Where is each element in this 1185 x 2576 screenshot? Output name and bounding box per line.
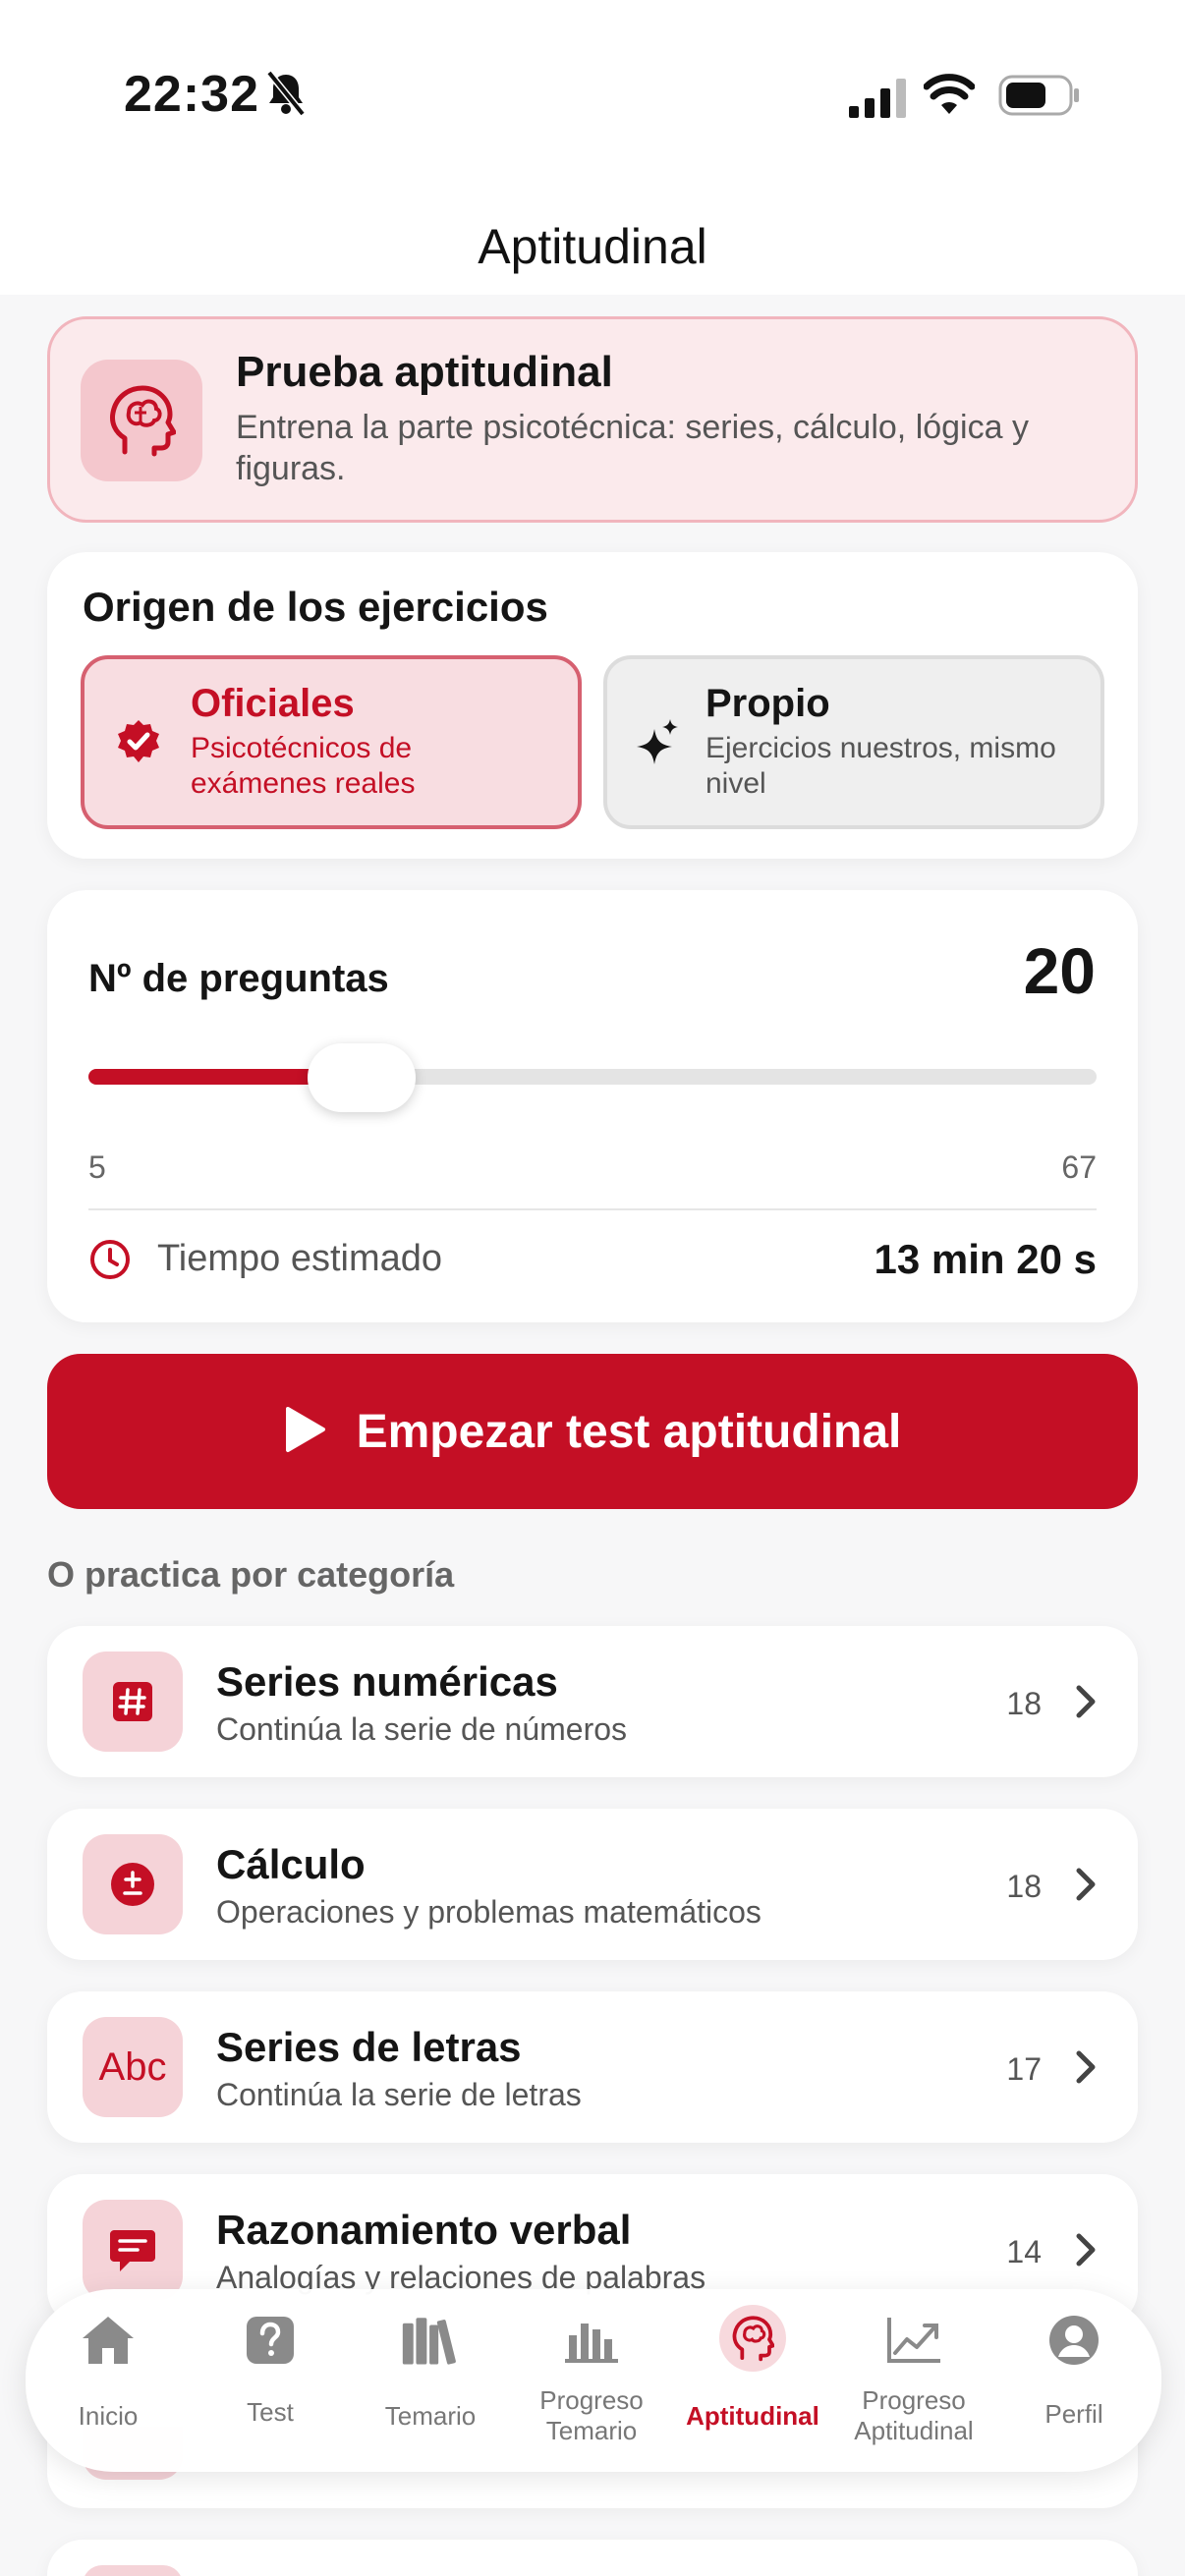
origin-option-propio-title: Propio — [705, 682, 830, 725]
category-title: Series numéricas — [216, 1658, 558, 1705]
play-icon — [284, 1405, 327, 1459]
category-count: 14 — [1006, 2234, 1042, 2269]
nav-label: Progreso Aptitudinal — [854, 2385, 974, 2445]
brain-head-icon — [81, 360, 202, 481]
nav-item-test[interactable]: Test — [192, 2311, 349, 2458]
category-icon-partial — [83, 2565, 183, 2576]
nav-item-inicio[interactable]: Inicio — [29, 2311, 187, 2458]
origin-option-oficiales-title: Oficiales — [191, 682, 355, 725]
hash-icon — [83, 1652, 183, 1752]
category-card-series-letras[interactable] — [47, 1991, 1138, 2143]
nav-label: Temario — [384, 2401, 477, 2431]
category-card-calculo[interactable] — [47, 1809, 1138, 1960]
estimated-time-value: 13 min 20 s — [874, 1236, 1097, 1282]
brain-head-icon — [719, 2305, 786, 2372]
bell-muted-icon — [265, 70, 307, 121]
questions-label: Nº de preguntas — [88, 957, 389, 1000]
nav-label: Progreso Temario — [539, 2385, 644, 2445]
trend-chart-icon — [884, 2311, 943, 2370]
start-test-button[interactable]: Empezar test aptitudinal — [47, 1354, 1138, 1509]
bar-chart-icon — [562, 2311, 621, 2370]
battery-icon — [998, 75, 1081, 121]
origin-option-propio-description: Ejercicios nuestros, mismo nivel — [705, 732, 1056, 800]
sparkles-icon — [637, 719, 680, 771]
category-count: 18 — [1006, 1869, 1042, 1904]
wifi-icon — [923, 73, 976, 121]
nav-item-perfil[interactable]: Perfil — [995, 2311, 1153, 2458]
clock-icon — [88, 1238, 132, 1286]
origin-option-oficiales-description: Psicotécnicos de exámenes reales — [191, 732, 416, 800]
nav-item-progreso-temario[interactable]: Progreso Temario — [513, 2311, 670, 2458]
hero-title: Prueba aptitudinal — [236, 348, 613, 396]
category-description: Operaciones y problemas matemáticos — [216, 1894, 762, 1930]
estimated-time-label: Tiempo estimado — [157, 1238, 443, 1279]
slider-min-label: 5 — [88, 1149, 106, 1185]
nav-item-aptitudinal[interactable]: Aptitudinal — [674, 2305, 831, 2458]
nav-label: Aptitudinal — [686, 2401, 819, 2431]
divider — [88, 1208, 1097, 1210]
signal-icon — [849, 79, 906, 123]
nav-label: Inicio — [78, 2401, 139, 2431]
chevron-right-icon — [1075, 2049, 1097, 2090]
nav-item-temario[interactable]: Temario — [352, 2311, 509, 2458]
books-icon — [401, 2311, 460, 2370]
verified-badge-icon — [114, 717, 163, 771]
nav-label: Test — [247, 2397, 294, 2427]
status-time: 22:32 — [124, 66, 259, 123]
chat-bubble-icon — [83, 2200, 183, 2300]
home-icon — [79, 2311, 138, 2370]
chevron-right-icon — [1075, 2232, 1097, 2272]
nav-label: Perfil — [1044, 2399, 1103, 2429]
abc-icon: Abc — [83, 2017, 183, 2117]
category-heading: O practica por categoría — [47, 1554, 455, 1595]
start-test-label: Empezar test aptitudinal — [356, 1405, 902, 1458]
questions-value: 20 — [1023, 934, 1096, 1007]
category-count: 17 — [1006, 2051, 1042, 2087]
chevron-right-icon — [1075, 1684, 1097, 1724]
nav-item-progreso-aptitudinal[interactable]: Progreso Aptitudinal — [835, 2311, 992, 2458]
chevron-right-icon — [1075, 1867, 1097, 1907]
abc-icon-text: Abc — [98, 2044, 167, 2089]
category-title: Cálculo — [216, 1841, 366, 1887]
questions-slider-thumb[interactable] — [308, 1043, 417, 1112]
category-title: Razonamiento verbal — [216, 2207, 632, 2253]
hero-description: Entrena la parte psicotécnica: series, c… — [236, 409, 1029, 487]
category-card-series-numericas[interactable] — [47, 1626, 1138, 1777]
page-title: Aptitudinal — [478, 219, 707, 274]
category-card[interactable] — [47, 2540, 1138, 2576]
category-description: Continúa la serie de números — [216, 1711, 628, 1747]
question-icon — [241, 2311, 300, 2370]
category-count: 18 — [1006, 1686, 1042, 1721]
plus-minus-icon — [83, 1834, 183, 1934]
profile-icon — [1044, 2311, 1103, 2370]
slider-max-label: 67 — [1061, 1149, 1097, 1185]
origin-title: Origen de los ejercicios — [83, 584, 548, 630]
category-description: Continúa la serie de letras — [216, 2077, 582, 2112]
category-title: Series de letras — [216, 2024, 522, 2070]
